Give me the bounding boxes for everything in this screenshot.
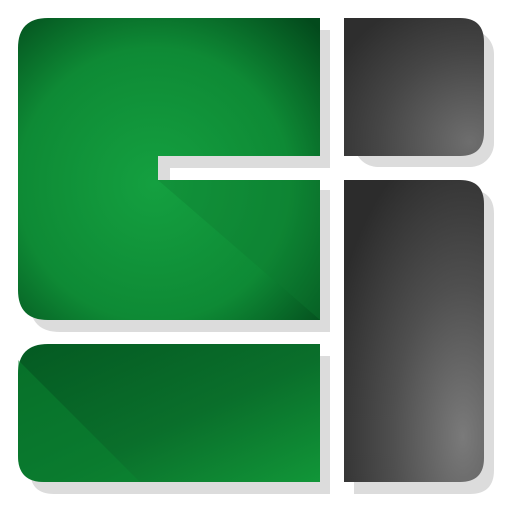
gray-top-block: [344, 18, 484, 156]
gray-tall-block: [344, 180, 484, 482]
canvas: [0, 0, 512, 512]
gi-logo-mark: [18, 18, 494, 494]
